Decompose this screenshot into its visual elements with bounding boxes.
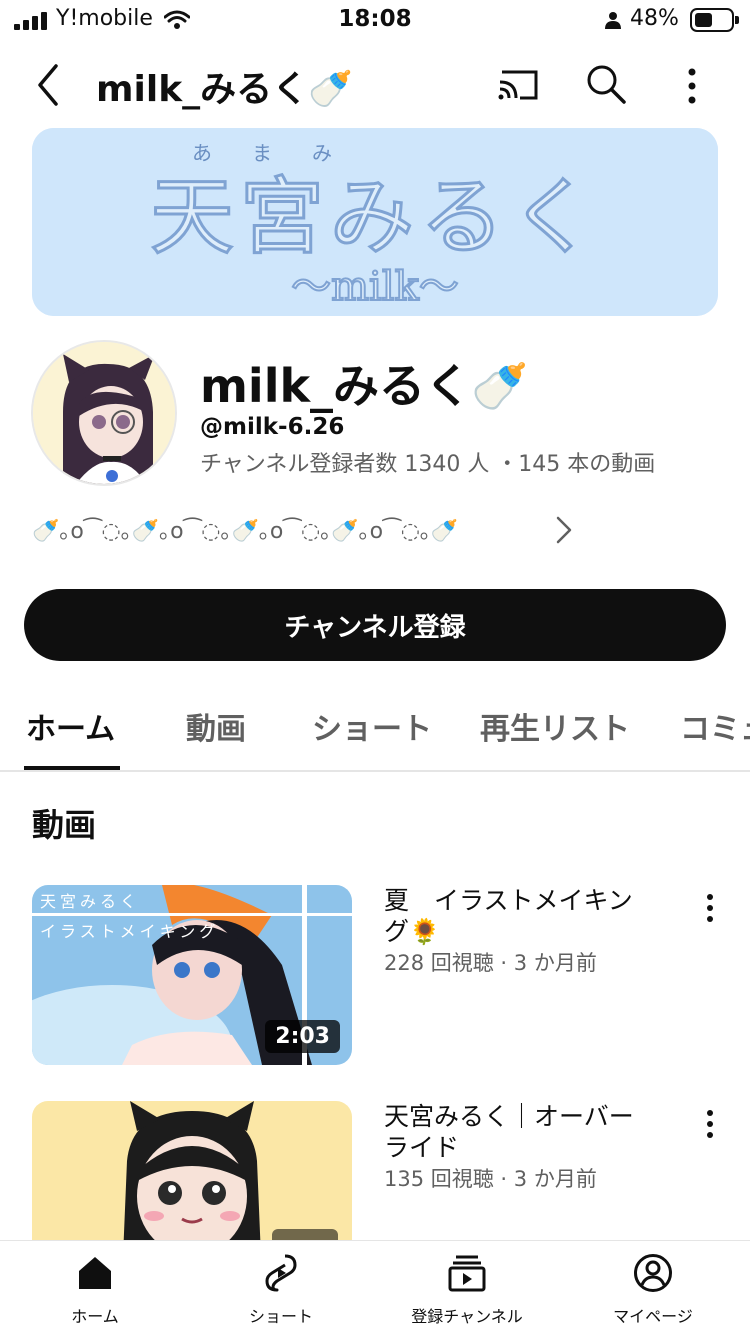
header-title: milk_みるく🍼 (96, 69, 353, 110)
person-icon (605, 12, 621, 29)
tab-videos[interactable]: 動画 (186, 704, 246, 748)
nav-label: ホーム (71, 1307, 119, 1326)
cast-icon[interactable] (496, 66, 540, 102)
tab-home[interactable]: ホーム (26, 704, 115, 748)
search-icon[interactable] (584, 62, 628, 106)
top-app-bar: milk_みるく🍼 (0, 48, 750, 124)
more-vert-icon[interactable] (680, 64, 704, 108)
banner-ruby: あまみ (192, 141, 372, 165)
subscriptions-icon (448, 1255, 486, 1292)
status-bar: Y!mobile 18:08 48% (0, 0, 750, 44)
video-item[interactable]: 天宮みるく イラストメイキング 2:03 夏 イラストメイキング🌻 228 回視… (0, 885, 750, 1075)
video-title[interactable]: 夏 イラストメイキング🌻 (384, 885, 656, 947)
tab-community[interactable]: コミュ (680, 704, 750, 748)
channel-stats: チャンネル登録者数 1340 人 ・145 本の動画 (200, 452, 656, 477)
tab-shorts[interactable]: ショート (312, 704, 432, 748)
nav-label: ショート (248, 1307, 313, 1326)
subscribe-button[interactable]: チャンネル登録 (24, 589, 726, 661)
banner-subtitle: 〜milk〜 (291, 264, 459, 310)
shorts-icon (265, 1254, 297, 1292)
battery-icon (690, 8, 739, 32)
account-icon (634, 1254, 672, 1292)
channel-name: milk_みるく🍼 (200, 359, 529, 413)
channel-avatar[interactable] (31, 340, 177, 486)
video-duration: 2:03 (265, 1020, 340, 1053)
banner-title: 天宮みるく (150, 168, 600, 266)
nav-shorts[interactable]: ショート (201, 1253, 361, 1333)
channel-description[interactable]: 🍼｡o⁀◌｡🍼｡o⁀◌｡🍼｡o⁀◌｡🍼｡o⁀◌｡🍼 (32, 513, 458, 545)
thumbnail-caption-1: 天宮みるく (40, 892, 140, 911)
nav-subscriptions[interactable]: 登録チャンネル (387, 1253, 547, 1333)
thumbnail-caption-2: イラストメイキング (40, 922, 219, 941)
video-meta: 135 回視聴 · 3 か月前 (384, 1167, 597, 1191)
video-meta: 228 回視聴 · 3 か月前 (384, 951, 597, 975)
more-vert-icon[interactable] (698, 891, 722, 925)
tab-playlists[interactable]: 再生リスト (480, 704, 630, 748)
bottom-navigation: ホーム ショート 登録チャンネル マイページ (0, 1240, 750, 1334)
more-vert-icon[interactable] (698, 1107, 722, 1141)
video-title[interactable]: 天宮みるく｜オーバーライド (384, 1101, 656, 1163)
active-tab-indicator (24, 766, 120, 770)
nav-home[interactable]: ホーム (15, 1253, 175, 1333)
nav-label: マイページ (613, 1307, 693, 1326)
channel-handle: @milk-6.26 (200, 414, 345, 440)
nav-label: 登録チャンネル (411, 1307, 523, 1326)
battery-percent: 48% (630, 6, 679, 31)
back-arrow-icon[interactable] (32, 62, 64, 108)
home-icon (79, 1257, 111, 1289)
section-title: 動画 (32, 806, 97, 844)
channel-tabs: ホーム 動画 ショート 再生リスト コミュ (0, 690, 750, 772)
video-thumbnail[interactable]: 天宮みるく イラストメイキング 2:03 (32, 885, 352, 1065)
channel-banner: あまみ 天宮みるく 〜milk〜 (32, 128, 718, 316)
nav-account[interactable]: マイページ (573, 1253, 733, 1333)
chevron-right-icon[interactable] (552, 514, 576, 546)
